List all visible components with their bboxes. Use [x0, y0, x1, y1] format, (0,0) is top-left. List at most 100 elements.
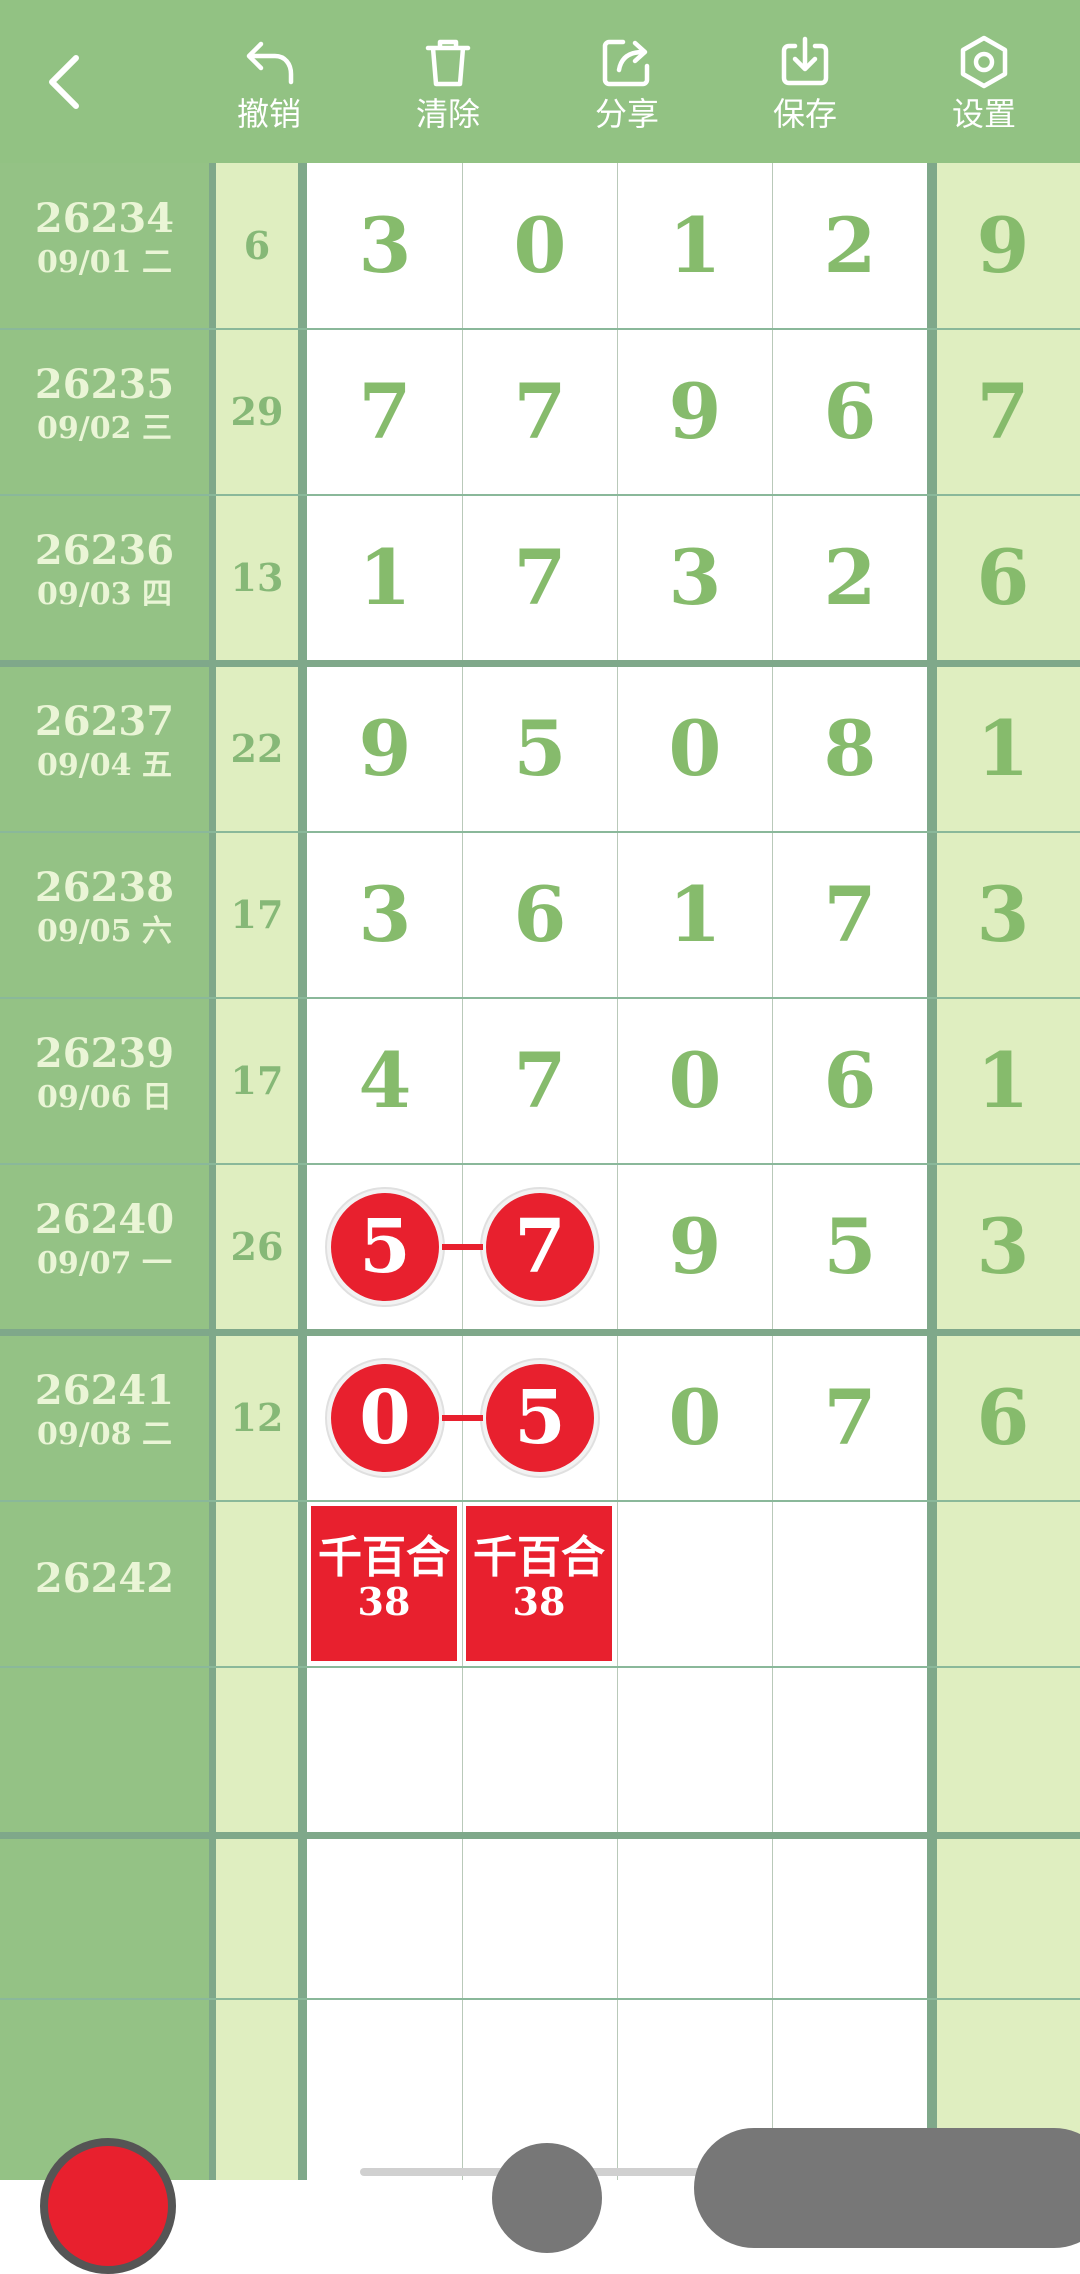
share-icon: [602, 39, 650, 87]
tail-cell: 6: [976, 1373, 1030, 1462]
save-button[interactable]: 保存: [745, 34, 865, 152]
digit-cell[interactable]: 5: [795, 1164, 905, 1330]
digit-cell[interactable]: 1: [640, 832, 750, 998]
issue-number: 26235: [34, 361, 175, 408]
digit-cell[interactable]: 6: [795, 329, 905, 495]
prediction-tag[interactable]: 千百合 38: [311, 1506, 457, 1661]
issue-number: 26241: [34, 1367, 175, 1414]
digit-cell[interactable]: 6: [485, 832, 595, 998]
toolbar: 撤销 清除 分享 保存 设置: [0, 0, 1080, 163]
digit-cell[interactable]: 2: [795, 163, 905, 329]
issue-date: 09/07 一: [37, 1246, 172, 1281]
ball-connector: [442, 1415, 483, 1421]
issue-cell: 26235 09/02 三: [0, 329, 209, 495]
issue-date: 09/06 日: [37, 1080, 172, 1115]
highlight-ball[interactable]: 0: [327, 1360, 443, 1476]
issue-cell: 26240 09/07 一: [0, 1164, 209, 1330]
clear-label: 清除: [415, 96, 480, 132]
digit-cell[interactable]: 7: [485, 998, 595, 1164]
floating-button[interactable]: [492, 2143, 602, 2253]
digit-cell[interactable]: 7: [485, 329, 595, 495]
sum-cell: 29: [230, 389, 284, 434]
highlight-ball[interactable]: 5: [327, 1189, 443, 1305]
share-label: 分享: [594, 96, 659, 132]
issue-number: 26240: [34, 1196, 175, 1243]
sum-cell: 22: [230, 726, 284, 771]
sum-cell: 13: [230, 555, 284, 600]
grid-row[interactable]: 26234 09/01 二 6 30129: [0, 163, 1080, 329]
issue-cell: 26236 09/03 四: [0, 495, 209, 661]
highlight-ball[interactable]: 5: [482, 1360, 598, 1476]
floating-action-button[interactable]: [40, 2138, 176, 2274]
row-separator: [0, 1666, 1080, 1668]
sum-cell: 17: [230, 1058, 284, 1103]
digit-cell[interactable]: 3: [330, 163, 440, 329]
tail-cell: 6: [976, 533, 1030, 622]
digit-cell[interactable]: 6: [795, 998, 905, 1164]
clear-button[interactable]: 清除: [388, 34, 508, 152]
download-icon: [781, 36, 829, 86]
row-separator: [0, 1998, 1080, 2000]
tail-cell: 1: [976, 704, 1030, 793]
share-button[interactable]: 分享: [567, 34, 687, 152]
issue-date: 09/03 四: [37, 577, 172, 612]
settings-label: 设置: [951, 96, 1016, 132]
issue-cell: 26239 09/06 日: [0, 998, 209, 1164]
digit-cell[interactable]: 9: [330, 666, 440, 832]
digit-cell[interactable]: 1: [640, 163, 750, 329]
digit-cell[interactable]: 9: [640, 1164, 750, 1330]
digit-cell[interactable]: 3: [640, 495, 750, 661]
gear-icon: [960, 35, 1008, 89]
issue-number: 26236: [34, 527, 175, 574]
grid-row[interactable]: 26241 09/08 二 12 0 5 0 7 6: [0, 1335, 1080, 1501]
undo-button[interactable]: 撤销: [209, 34, 329, 152]
digit-cell[interactable]: 7: [330, 329, 440, 495]
save-label: 保存: [772, 96, 837, 132]
digit-cell[interactable]: 0: [640, 666, 750, 832]
issue-cell: 26242: [0, 1501, 209, 1667]
tag-value: 38: [357, 1579, 411, 1624]
issue-date: 09/01 二: [37, 245, 172, 280]
tail-cell: 3: [976, 870, 1030, 959]
grid-row[interactable]: 26239 09/06 日 17 4 7 0 6 1: [0, 998, 1080, 1164]
grid-row[interactable]: 26237 09/04 五 22 9 5 0 8 1: [0, 666, 1080, 832]
prediction-tag[interactable]: 千百合 38: [466, 1506, 612, 1661]
grid-row[interactable]: 26240 09/07 一 26 5 7 9 5 3: [0, 1164, 1080, 1330]
digit-cell[interactable]: 7: [795, 832, 905, 998]
grid-row[interactable]: 26236 09/03 四 13 1 7 3 2 6: [0, 495, 1080, 661]
issue-number: 26237: [34, 698, 175, 745]
highlight-ball[interactable]: 7: [482, 1189, 598, 1305]
settings-button[interactable]: 设置: [924, 34, 1044, 152]
issue-number: 26239: [34, 1030, 175, 1077]
digit-cell[interactable]: 3: [330, 832, 440, 998]
issue-date: 09/05 六: [37, 914, 172, 949]
digit-cell[interactable]: 8: [795, 666, 905, 832]
digit-cell[interactable]: 9: [640, 329, 750, 495]
digit-cell[interactable]: 0: [640, 998, 750, 1164]
back-button[interactable]: [44, 52, 104, 132]
digit-cell[interactable]: 7: [485, 495, 595, 661]
digit-cell[interactable]: 1: [330, 495, 440, 661]
digit-cell[interactable]: 2: [795, 495, 905, 661]
tail-cell: 1: [976, 1036, 1030, 1125]
sum-cell: 26: [230, 1224, 284, 1269]
grid-row[interactable]: 26235 09/02 三 29 7 7 9 6 7: [0, 329, 1080, 495]
ball-connector: [442, 1244, 483, 1250]
issue-date: 09/08 二: [37, 1417, 172, 1452]
digit-cell[interactable]: 0: [640, 1335, 750, 1501]
undo-label: 撤销: [236, 96, 301, 132]
digit-cell[interactable]: 0: [485, 163, 595, 329]
floating-toolbar[interactable]: [694, 2128, 1080, 2248]
sum-cell: 17: [230, 892, 284, 937]
tag-title: 千百合: [318, 1533, 450, 1582]
issue-date: 09/04 五: [37, 748, 172, 783]
issue-cell: 26237 09/04 五: [0, 666, 209, 832]
number-grid: 26234 09/01 二 6 3 0 1 2 9 26235 09/02 三 29 7 7 9 6 7 262…: [0, 163, 1080, 2180]
issue-number: 26242: [34, 1555, 175, 1602]
digit-cell[interactable]: 4: [330, 998, 440, 1164]
digit-cell[interactable]: 5: [485, 666, 595, 832]
issue-cell: 26241 09/08 二: [0, 1335, 209, 1501]
grid-row[interactable]: 26238 09/05 六 17 3 6 1 7 3: [0, 832, 1080, 998]
digit-cell[interactable]: 7: [795, 1335, 905, 1501]
issue-date: 09/02 三: [37, 411, 172, 446]
